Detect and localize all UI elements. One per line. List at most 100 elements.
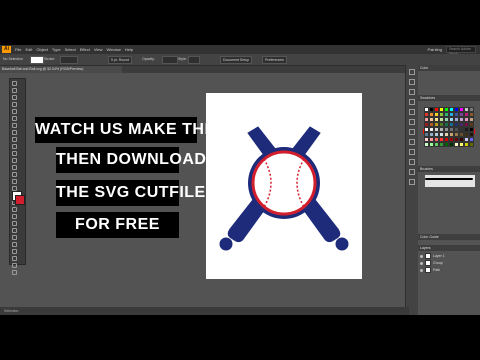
rectangle-tool-icon[interactable] [12, 137, 17, 142]
menu-select[interactable]: Select [65, 47, 76, 52]
menu-type[interactable]: Type [52, 47, 61, 52]
workspace-switcher[interactable]: Painting [428, 47, 442, 52]
symbol-sprayer-tool-icon[interactable] [12, 235, 17, 240]
graphic-styles-panel-icon[interactable] [409, 149, 415, 155]
pencil-tool-icon[interactable] [12, 151, 17, 156]
brush-stroke [425, 178, 473, 180]
eraser-tool-icon[interactable] [12, 158, 17, 163]
transparency-panel-icon[interactable] [409, 129, 415, 135]
gradient-panel-icon[interactable] [409, 119, 415, 125]
selection-tool-icon[interactable] [12, 81, 17, 86]
stroke-swatch[interactable] [15, 195, 25, 205]
opacity-field[interactable] [162, 56, 178, 64]
preferences-button[interactable]: Preferences [262, 56, 287, 64]
swatches-grid [424, 107, 476, 147]
brush-preview[interactable] [425, 175, 475, 187]
caption-line-3: THE SVG CUTFILE [56, 180, 205, 206]
baseball-bats-artwork [219, 126, 349, 251]
menu-window[interactable]: Window [106, 47, 120, 52]
line-tool-icon[interactable] [12, 130, 17, 135]
layer-row[interactable]: Group [420, 260, 478, 267]
stock-search-input[interactable]: Search Adobe Stock [446, 46, 476, 56]
layer-row[interactable]: Path [420, 267, 478, 274]
color-guide-title: Color Guide [418, 234, 480, 240]
curvature-tool-icon[interactable] [12, 116, 17, 121]
caption-line-2: THEN DOWNLOAD [56, 147, 206, 173]
menu-edit[interactable]: Edit [25, 47, 32, 52]
appearance-panel-icon[interactable] [409, 139, 415, 145]
zoom-tool-icon[interactable] [12, 270, 17, 275]
direct-selection-tool-icon[interactable] [12, 88, 17, 93]
blend-tool-icon[interactable] [12, 228, 17, 233]
menu-view[interactable]: View [94, 47, 103, 52]
menu-file[interactable]: File [15, 47, 21, 52]
mesh-tool-icon[interactable] [12, 207, 17, 212]
brushes-panel-icon[interactable] [409, 89, 415, 95]
layer-name: Group [433, 261, 443, 265]
artboard[interactable] [206, 93, 362, 279]
pen-tool-icon[interactable] [12, 109, 17, 114]
symbols-panel-icon[interactable] [409, 99, 415, 105]
artboards-panel-icon[interactable] [409, 169, 415, 175]
rotate-tool-icon[interactable] [12, 165, 17, 170]
style-label: Style: [178, 57, 187, 61]
layers-panel-header: Layers [418, 245, 480, 251]
color-guide-header: Color Guide [418, 234, 480, 240]
swatch[interactable] [469, 142, 474, 147]
layers-panel-icon[interactable] [409, 159, 415, 165]
selection-status: No Selection [3, 57, 23, 61]
align-panel-icon[interactable] [409, 179, 415, 185]
scale-tool-icon[interactable] [12, 172, 17, 177]
magic-wand-tool-icon[interactable] [12, 95, 17, 100]
fill-control[interactable] [30, 56, 44, 64]
caption-line-4: FOR FREE [56, 212, 179, 238]
visibility-eye-icon[interactable] [420, 268, 423, 272]
swatches-panel-title: Swatches [418, 95, 480, 101]
layer-thumbnail [425, 253, 431, 260]
layer-name: Path [433, 268, 441, 272]
visibility-eye-icon[interactable] [420, 254, 423, 258]
visibility-eye-icon[interactable] [420, 261, 423, 265]
color-panel-icon[interactable] [409, 69, 415, 75]
artboard-tool-icon[interactable] [12, 249, 17, 254]
color-panel: Color [418, 65, 480, 113]
layers-panel-title: Layers [418, 245, 480, 251]
layer-name: Layer 1 [433, 254, 445, 258]
layer-thumbnail [425, 267, 431, 274]
opacity-label: Opacity: [142, 57, 155, 61]
brushes-panel-title: Brushes [418, 166, 480, 172]
paintbrush-tool-icon[interactable] [12, 144, 17, 149]
menu-effect[interactable]: Effect [80, 47, 90, 52]
tools-panel [9, 78, 26, 275]
color-panel-title: Color [418, 65, 480, 71]
document-tabs: Baseball Bat and Ball.svg @ 52.04% (RGB/… [0, 66, 405, 73]
layer-thumbnail [425, 260, 431, 267]
type-tool-icon[interactable] [12, 123, 17, 128]
width-tool-icon[interactable] [12, 179, 17, 184]
app-logo: Ai [2, 46, 11, 53]
menu-object[interactable]: Object [36, 47, 48, 52]
brush-dropdown[interactable]: 5 pt. Round [108, 56, 133, 64]
layer-row[interactable]: Layer 1 [420, 253, 478, 260]
bat-left-knob [335, 237, 349, 251]
gradient-tool-icon[interactable] [12, 214, 17, 219]
status-bar: Selection [0, 307, 409, 315]
stroke-weight-field[interactable] [60, 56, 78, 64]
document-tab[interactable]: Baseball Bat and Ball.svg @ 52.04% (RGB/… [0, 66, 122, 73]
eyedropper-tool-icon[interactable] [12, 221, 17, 226]
menu-right: Painting Search Adobe Stock [428, 46, 476, 56]
swatches-panel-icon[interactable] [409, 79, 415, 85]
document-setup-button[interactable]: Document Setup [220, 56, 253, 64]
brushes-panel-header: Brushes [418, 166, 480, 172]
lasso-tool-icon[interactable] [12, 102, 17, 107]
baseball [248, 147, 320, 219]
hand-tool-icon[interactable] [12, 263, 17, 268]
stroke-panel-icon[interactable] [409, 109, 415, 115]
style-dropdown[interactable] [188, 56, 200, 64]
column-graph-tool-icon[interactable] [12, 242, 17, 247]
caption-line-1: WATCH US MAKE THIS [35, 117, 220, 143]
swatches-panel-header: Swatches [418, 95, 480, 101]
slice-tool-icon[interactable] [12, 256, 17, 261]
menu-bar: Ai File Edit Object Type Select Effect V… [0, 45, 480, 56]
menu-help[interactable]: Help [125, 47, 133, 52]
